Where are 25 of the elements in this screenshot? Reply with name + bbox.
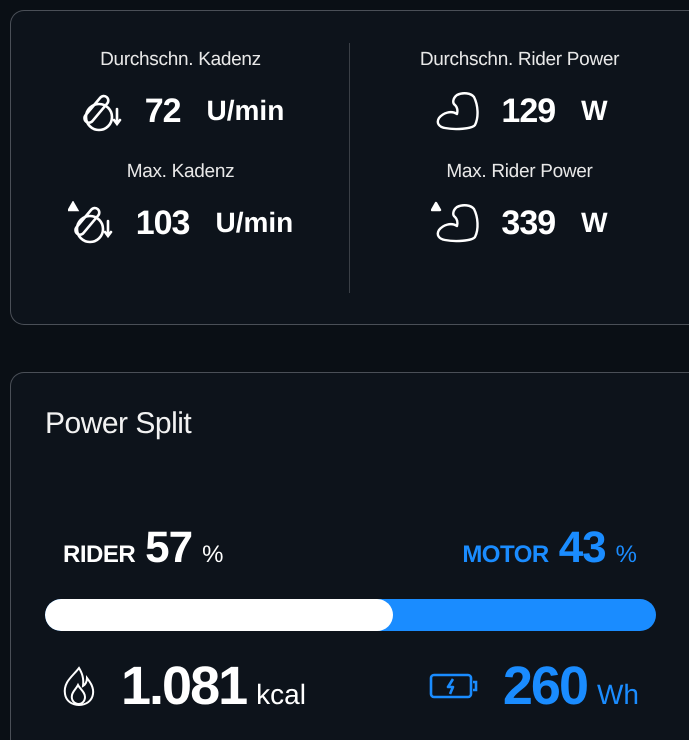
stat-unit: W [581, 207, 608, 239]
rider-value: 57 [145, 523, 192, 573]
stat-unit: U/min [206, 95, 284, 127]
motor-label: MOTOR [462, 541, 549, 569]
card-title: Power Split [45, 407, 192, 441]
stat-label: Durchschn. Rider Power [420, 49, 620, 71]
motor-unit: % [616, 541, 637, 569]
stat-unit: W [581, 95, 608, 127]
battery-unit: Wh [597, 679, 639, 711]
energy-unit: kcal [256, 679, 306, 711]
motor-value: 43 [558, 523, 606, 573]
stat-label: Max. Kadenz [126, 161, 234, 183]
stat-value: 339 [501, 204, 556, 242]
battery-value: 260 [502, 655, 587, 717]
stat-value: 129 [501, 92, 556, 130]
battery-charging-icon [428, 672, 479, 700]
stat-value: 103 [136, 204, 190, 242]
rider-label: RIDER [63, 541, 136, 569]
rider-unit: % [202, 541, 224, 569]
stat-label: Durchschn. Kadenz [100, 49, 261, 71]
flame-icon [61, 666, 97, 706]
stat-unit: U/min [215, 207, 294, 239]
energy-value: 1.081 [121, 655, 246, 717]
stat-value: 72 [144, 92, 181, 130]
stat-label: Max. Rider Power [446, 161, 593, 183]
